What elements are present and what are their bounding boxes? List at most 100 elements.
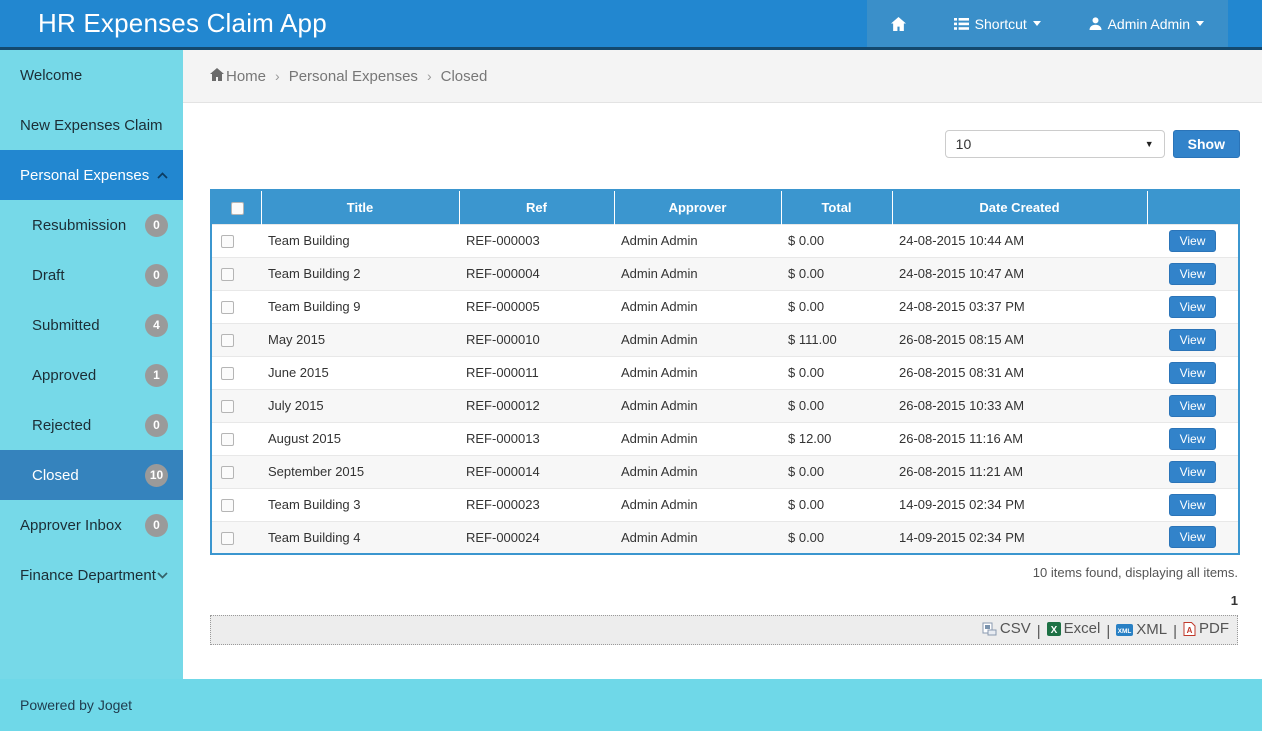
cell-date-created: 26-08-2015 11:21 AM — [892, 455, 1147, 488]
table-row: June 2015REF-000011Admin Admin$ 0.0026-0… — [211, 356, 1239, 389]
row-checkbox[interactable] — [221, 433, 234, 446]
sidebar-item-label: Approver Inbox — [20, 517, 122, 534]
row-checkbox[interactable] — [221, 466, 234, 479]
view-button[interactable]: View — [1169, 428, 1217, 450]
row-checkbox[interactable] — [221, 268, 234, 281]
excel-icon: X — [1047, 622, 1061, 636]
export-pdf-link[interactable]: APDF — [1183, 620, 1229, 637]
cell-ref: REF-000013 — [459, 422, 614, 455]
col-date-created: Date Created — [892, 190, 1147, 224]
view-button[interactable]: View — [1169, 395, 1217, 417]
sidebar-item-closed[interactable]: Closed10 — [0, 450, 183, 500]
cell-title: Team Building — [261, 224, 459, 257]
cell-action: View — [1147, 290, 1239, 323]
page-title: HR Expenses Claim App — [0, 8, 327, 39]
cell-checkbox — [211, 290, 261, 323]
breadcrumb-item-personal-expenses[interactable]: Personal Expenses — [289, 68, 418, 85]
nav-shortcut-label: Shortcut — [975, 16, 1027, 32]
sidebar-item-resubmission[interactable]: Resubmission0 — [0, 200, 183, 250]
breadcrumb-item-closed[interactable]: Closed — [441, 68, 488, 85]
sidebar-item-submitted[interactable]: Submitted4 — [0, 300, 183, 350]
page-number[interactable]: 1 — [210, 593, 1238, 608]
cell-checkbox — [211, 455, 261, 488]
cell-date-created: 24-08-2015 10:47 AM — [892, 257, 1147, 290]
cell-total: $ 111.00 — [781, 323, 892, 356]
select-all-checkbox[interactable] — [231, 202, 244, 215]
nav-shortcut-dropdown[interactable]: Shortcut — [954, 16, 1041, 32]
view-button[interactable]: View — [1169, 296, 1217, 318]
sidebar-item-label: Rejected — [32, 417, 91, 434]
sidebar-item-finance-department[interactable]: Finance Department — [0, 550, 183, 600]
cell-checkbox — [211, 224, 261, 257]
caret-down-icon: ▼ — [1145, 139, 1154, 149]
col-actions — [1147, 190, 1239, 224]
sidebar-item-draft[interactable]: Draft0 — [0, 250, 183, 300]
cell-title: Team Building 4 — [261, 521, 459, 554]
breadcrumb-separator: › — [427, 68, 432, 84]
chevron-down-icon — [157, 572, 168, 579]
row-checkbox[interactable] — [221, 532, 234, 545]
nav-user-dropdown[interactable]: Admin Admin — [1089, 16, 1204, 32]
sidebar-item-approver-inbox[interactable]: Approver Inbox 0 — [0, 500, 183, 550]
nav-user-label: Admin Admin — [1108, 16, 1190, 32]
user-icon — [1089, 17, 1102, 30]
cell-approver: Admin Admin — [614, 257, 781, 290]
view-button[interactable]: View — [1169, 362, 1217, 384]
row-checkbox[interactable] — [221, 235, 234, 248]
view-button[interactable]: View — [1169, 230, 1217, 252]
export-xml-link[interactable]: XMLXML — [1116, 621, 1167, 638]
row-checkbox[interactable] — [221, 334, 234, 347]
items-found-text: 10 items found, displaying all items. — [210, 565, 1238, 580]
row-checkbox[interactable] — [221, 499, 234, 512]
cell-date-created: 26-08-2015 08:31 AM — [892, 356, 1147, 389]
row-checkbox[interactable] — [221, 367, 234, 380]
caret-down-icon — [1033, 21, 1041, 26]
cell-title: Team Building 3 — [261, 488, 459, 521]
view-button[interactable]: View — [1169, 461, 1217, 483]
sidebar-item-approved[interactable]: Approved1 — [0, 350, 183, 400]
export-excel-link[interactable]: XExcel — [1047, 620, 1101, 637]
view-button[interactable]: View — [1169, 526, 1217, 548]
top-nav: Shortcut Admin Admin — [867, 0, 1228, 47]
cell-total: $ 12.00 — [781, 422, 892, 455]
cell-approver: Admin Admin — [614, 455, 781, 488]
sidebar-item-personal-expenses[interactable]: Personal Expenses — [0, 150, 183, 200]
show-button[interactable]: Show — [1173, 130, 1240, 158]
row-checkbox[interactable] — [221, 400, 234, 413]
list-controls: 10 ▼ Show — [210, 130, 1240, 158]
cell-ref: REF-000011 — [459, 356, 614, 389]
cell-approver: Admin Admin — [614, 290, 781, 323]
cell-title: Team Building 2 — [261, 257, 459, 290]
sidebar-item-new-expenses-claim[interactable]: New Expenses Claim — [0, 100, 183, 150]
main-area: Home›Personal Expenses›Closed 10 ▼ Show … — [183, 50, 1262, 679]
cell-checkbox — [211, 323, 261, 356]
breadcrumb-label: Home — [226, 68, 266, 85]
sidebar-item-label: Resubmission — [32, 217, 126, 234]
view-button[interactable]: View — [1169, 494, 1217, 516]
cell-date-created: 24-08-2015 10:44 AM — [892, 224, 1147, 257]
view-button[interactable]: View — [1169, 329, 1217, 351]
csv-icon — [982, 622, 997, 636]
cell-total: $ 0.00 — [781, 488, 892, 521]
cell-action: View — [1147, 356, 1239, 389]
footer-text: Powered by Joget — [20, 697, 132, 713]
table-row: Team Building 4REF-000024Admin Admin$ 0.… — [211, 521, 1239, 554]
cell-title: September 2015 — [261, 455, 459, 488]
cell-total: $ 0.00 — [781, 257, 892, 290]
chevron-up-icon — [157, 172, 168, 179]
row-checkbox[interactable] — [221, 301, 234, 314]
breadcrumb-item-home[interactable]: Home — [210, 68, 266, 85]
export-csv-link[interactable]: CSV — [982, 620, 1031, 637]
breadcrumb-separator: › — [275, 68, 280, 84]
nav-home-button[interactable] — [891, 17, 906, 31]
app-header: HR Expenses Claim App Shortcut Admin Adm… — [0, 0, 1262, 50]
sidebar-item-welcome[interactable]: Welcome — [0, 50, 183, 100]
cell-approver: Admin Admin — [614, 224, 781, 257]
sidebar-item-rejected[interactable]: Rejected0 — [0, 400, 183, 450]
count-badge: 0 — [145, 514, 168, 537]
view-button[interactable]: View — [1169, 263, 1217, 285]
page-size-select[interactable]: 10 ▼ — [945, 130, 1165, 158]
cell-checkbox — [211, 389, 261, 422]
home-icon — [210, 68, 224, 85]
app-footer: Powered by Joget — [0, 679, 1262, 731]
